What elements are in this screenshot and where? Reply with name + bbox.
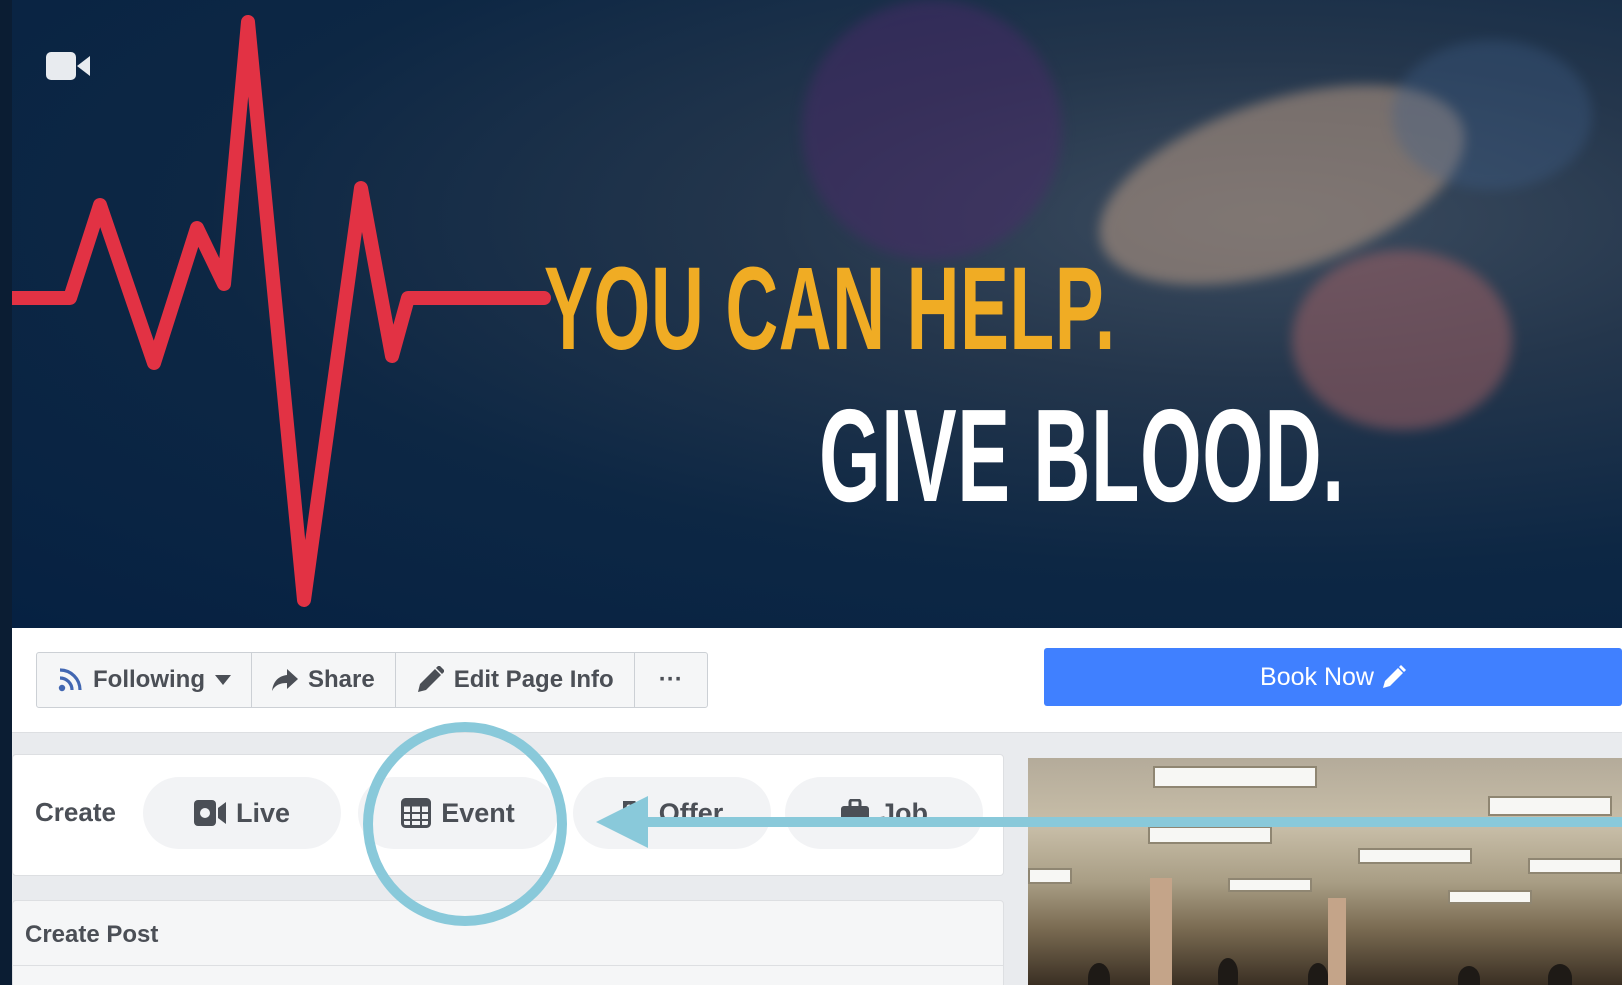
create-live-button[interactable]: Live [143, 777, 341, 849]
blood-center-photo[interactable] [1028, 758, 1622, 985]
background-photo-detail [1392, 40, 1592, 190]
create-post-panel[interactable]: Create Post [12, 900, 1004, 985]
create-label: Create [35, 797, 116, 827]
book-now-label: Book Now [1260, 662, 1374, 691]
shirt-photo-detail [802, 0, 1062, 260]
donor-figure [1218, 958, 1238, 985]
headline-you-can-help: YOU CAN HELP. [544, 243, 1116, 375]
briefcase-icon [840, 799, 869, 826]
more-options-button[interactable]: ··· [635, 653, 707, 707]
caret-down-icon [214, 675, 231, 685]
live-label: Live [235, 797, 291, 828]
edit-page-info-button[interactable]: Edit Page Info [396, 653, 635, 707]
donor-figure [1548, 964, 1572, 985]
create-job-button[interactable]: Job [785, 777, 983, 849]
donor-figure [1088, 963, 1110, 985]
room-pillar [1150, 878, 1172, 985]
headline-give-blood: GIVE BLOOD. [819, 382, 1345, 529]
create-offer-button[interactable]: Offer [573, 777, 771, 849]
pencil-icon [417, 666, 444, 692]
create-panel: Create Live Event Offer Job [12, 754, 1004, 876]
ceiling-light [1448, 890, 1532, 904]
video-camera-icon[interactable] [46, 52, 90, 80]
create-event-button[interactable]: Event [358, 777, 558, 849]
tag-icon [622, 801, 648, 826]
ceiling-light [1528, 858, 1622, 874]
calendar-icon [401, 798, 432, 828]
page-frame: YOU CAN HELP. GIVE BLOOD. Following Shar… [12, 0, 1622, 985]
ceiling-light [1153, 766, 1317, 788]
create-post-title: Create Post [25, 921, 159, 948]
pencil-icon [1382, 665, 1406, 688]
ceiling-light [1028, 868, 1072, 884]
ceiling-light [1358, 848, 1472, 864]
ceiling-light [1148, 826, 1272, 844]
page-button-group: Following Share Edit Page Info ··· [36, 652, 708, 708]
following-label: Following [93, 666, 205, 693]
job-label: Job [879, 797, 928, 828]
cover-photo[interactable]: YOU CAN HELP. GIVE BLOOD. [12, 0, 1622, 628]
book-now-button[interactable]: Book Now [1044, 648, 1622, 706]
edit-page-info-label: Edit Page Info [453, 666, 614, 693]
share-button[interactable]: Share [252, 653, 396, 707]
share-label: Share [307, 666, 375, 693]
donor-figure [1458, 966, 1480, 985]
following-button[interactable]: Following [37, 653, 252, 707]
ceiling-light [1488, 796, 1612, 816]
share-arrow-icon [271, 669, 298, 691]
ceiling-light [1228, 878, 1312, 892]
create-post-divider [13, 965, 1003, 966]
rss-feed-icon [58, 668, 82, 692]
page-action-bar: Following Share Edit Page Info ··· Book … [12, 628, 1622, 733]
more-options-label: ··· [658, 666, 683, 693]
live-video-icon [193, 800, 226, 826]
event-label: Event [441, 797, 515, 828]
offer-label: Offer [658, 797, 724, 828]
room-pillar [1328, 898, 1346, 985]
donor-figure [1308, 963, 1328, 985]
